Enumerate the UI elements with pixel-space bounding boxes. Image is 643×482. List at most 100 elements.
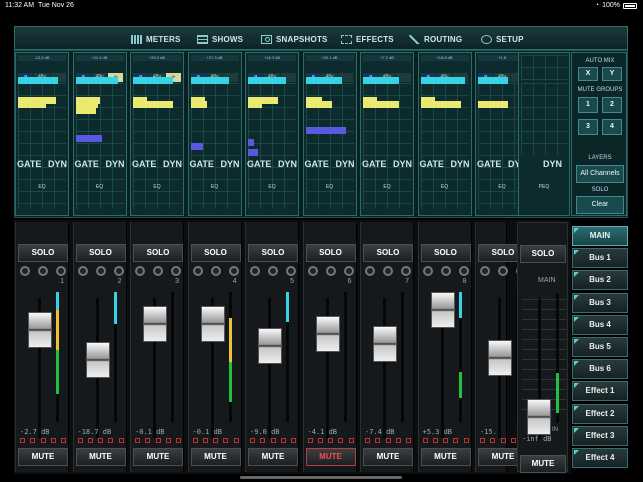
gate-button[interactable]: GATE (17, 159, 41, 179)
solo-button[interactable]: SOLO (75, 244, 126, 262)
menu-effects[interactable]: EFFECTS (341, 27, 394, 51)
aux-knob-icon[interactable] (20, 266, 30, 276)
aux-knob-icon[interactable] (77, 266, 88, 276)
aux-knob-icon[interactable] (153, 266, 163, 276)
solo-button[interactable]: SOLO (248, 244, 298, 262)
mute-button[interactable]: MUTE (133, 448, 183, 466)
channel-strip-overview[interactable]: +18.3 dBø48v (245, 52, 299, 216)
eq-button[interactable]: EQ (130, 184, 184, 190)
fader-cap[interactable] (28, 312, 52, 348)
aux-knob-icon[interactable] (440, 266, 451, 276)
mute-button[interactable]: MUTE (420, 448, 471, 466)
solo-button[interactable]: SOLO (190, 244, 241, 262)
master-dyn-button[interactable]: DYN (541, 159, 571, 179)
dyn-button[interactable]: DYN (220, 159, 239, 179)
bus-button-bus-4[interactable]: Bus 4 (572, 314, 628, 335)
aux-knob-icon[interactable] (56, 266, 66, 276)
aux-knob-icon[interactable] (458, 266, 469, 276)
bus-button-effect-1[interactable]: Effect 1 (572, 381, 628, 402)
mute-button[interactable]: MUTE (248, 448, 298, 466)
aux-knob-icon[interactable] (171, 266, 181, 276)
mute-group-1-button[interactable]: 1 (578, 97, 598, 113)
gate-button[interactable]: GATE (362, 159, 386, 179)
bus-button-bus-6[interactable]: Bus 6 (572, 359, 628, 380)
master-fader-cap[interactable] (527, 399, 551, 435)
solo-button[interactable]: SOLO (133, 244, 183, 262)
eq-button[interactable]: EQ (303, 184, 357, 190)
aux-knob-icon[interactable] (401, 266, 411, 276)
gate-button[interactable]: GATE (477, 159, 501, 179)
fader-track[interactable] (383, 298, 386, 438)
aux-knob-icon[interactable] (38, 266, 48, 276)
bus-button-bus-5[interactable]: Bus 5 (572, 337, 628, 357)
eq-button[interactable]: EQ (418, 184, 472, 190)
gate-button[interactable]: GATE (132, 159, 156, 179)
aux-knob-icon[interactable] (95, 266, 106, 276)
aux-knob-icon[interactable] (325, 266, 336, 276)
aux-knob-icon[interactable] (343, 266, 354, 276)
eq-button[interactable]: EQ (73, 184, 127, 190)
bus-button-bus-3[interactable]: Bus 3 (572, 292, 628, 313)
dyn-button[interactable]: DYN (48, 159, 67, 179)
fader-cap[interactable] (430, 292, 455, 328)
aux-knob-icon[interactable] (286, 266, 296, 276)
dyn-button[interactable]: DYN (278, 159, 297, 179)
solo-button[interactable]: SOLO (363, 244, 413, 262)
mute-group-3-button[interactable]: 3 (578, 119, 598, 135)
dyn-button[interactable]: DYN (450, 159, 469, 179)
fader-cap[interactable] (315, 316, 340, 352)
auto-mix-x-button[interactable]: X (578, 67, 598, 81)
aux-knob-icon[interactable] (498, 266, 508, 276)
mute-button[interactable]: MUTE (18, 448, 68, 466)
menu-routing[interactable]: ROUTING (409, 27, 462, 51)
eq-button[interactable]: EQ (360, 184, 414, 190)
bus-button-bus-1[interactable]: Bus 1 (572, 248, 628, 269)
aux-knob-icon[interactable] (307, 266, 318, 276)
aux-knob-icon[interactable] (268, 266, 278, 276)
channel-strip-overview[interactable]: +18.8 dBø48v (417, 52, 472, 216)
menu-snapshots[interactable]: SNAPSHOTS (261, 27, 328, 51)
aux-knob-icon[interactable] (135, 266, 145, 276)
aux-knob-icon[interactable] (250, 266, 260, 276)
aux-knob-icon[interactable] (422, 266, 433, 276)
master-solo-button[interactable]: SOLO (520, 245, 566, 263)
mute-button[interactable]: MUTE (363, 448, 413, 466)
solo-button[interactable]: SOLO (305, 244, 356, 262)
fader-track[interactable] (268, 298, 271, 438)
bus-button-effect-4[interactable]: Effect 4 (572, 448, 628, 468)
channel-strip-overview[interactable]: +20.1 dBø48v (302, 52, 357, 216)
channel-strip-overview[interactable]: +27.3 dBø48v (187, 52, 242, 216)
aux-knob-icon[interactable] (480, 266, 490, 276)
channel-strip-overview[interactable]: +20.2 dBø48v∞ (130, 52, 184, 216)
gate-button[interactable]: GATE (420, 159, 444, 179)
dyn-button[interactable]: DYN (335, 159, 354, 179)
dyn-button[interactable]: DYN (105, 159, 124, 179)
gate-button[interactable]: GATE (75, 159, 99, 179)
auto-mix-y-button[interactable]: Y (602, 67, 622, 81)
bus-button-effect-3[interactable]: Effect 3 (572, 425, 628, 446)
fader-cap[interactable] (373, 326, 397, 362)
layers-all-channels-button[interactable]: All Channels (576, 165, 624, 183)
mute-button[interactable]: MUTE (190, 448, 241, 466)
dyn-button[interactable]: DYN (163, 159, 182, 179)
bus-button-effect-2[interactable]: Effect 2 (572, 403, 628, 424)
bus-button-main[interactable]: MAIN (572, 226, 628, 246)
eq-button[interactable]: EQ (15, 184, 69, 190)
menu-meters[interactable]: METERS (131, 27, 181, 51)
channel-strip-overview[interactable]: -12.0 dBø48v (15, 52, 69, 216)
fader-cap[interactable] (200, 306, 225, 342)
menu-shows[interactable]: SHOWS (197, 27, 243, 51)
master-mute-button[interactable]: MUTE (520, 455, 566, 473)
eq-button[interactable]: EQ (245, 184, 299, 190)
eq-button[interactable]: EQ (188, 184, 242, 190)
channel-strip-overview[interactable]: +7.2 dBø48v (360, 52, 414, 216)
solo-button[interactable]: SOLO (420, 244, 471, 262)
master-peq-strip[interactable] (518, 52, 570, 216)
fader-cap[interactable] (85, 342, 110, 378)
aux-knob-icon[interactable] (228, 266, 239, 276)
mute-button[interactable]: MUTE (305, 448, 356, 466)
aux-knob-icon[interactable] (383, 266, 393, 276)
dyn-button[interactable]: DYN (393, 159, 412, 179)
solo-clear-button[interactable]: Clear (576, 196, 624, 214)
gate-button[interactable]: GATE (190, 159, 214, 179)
